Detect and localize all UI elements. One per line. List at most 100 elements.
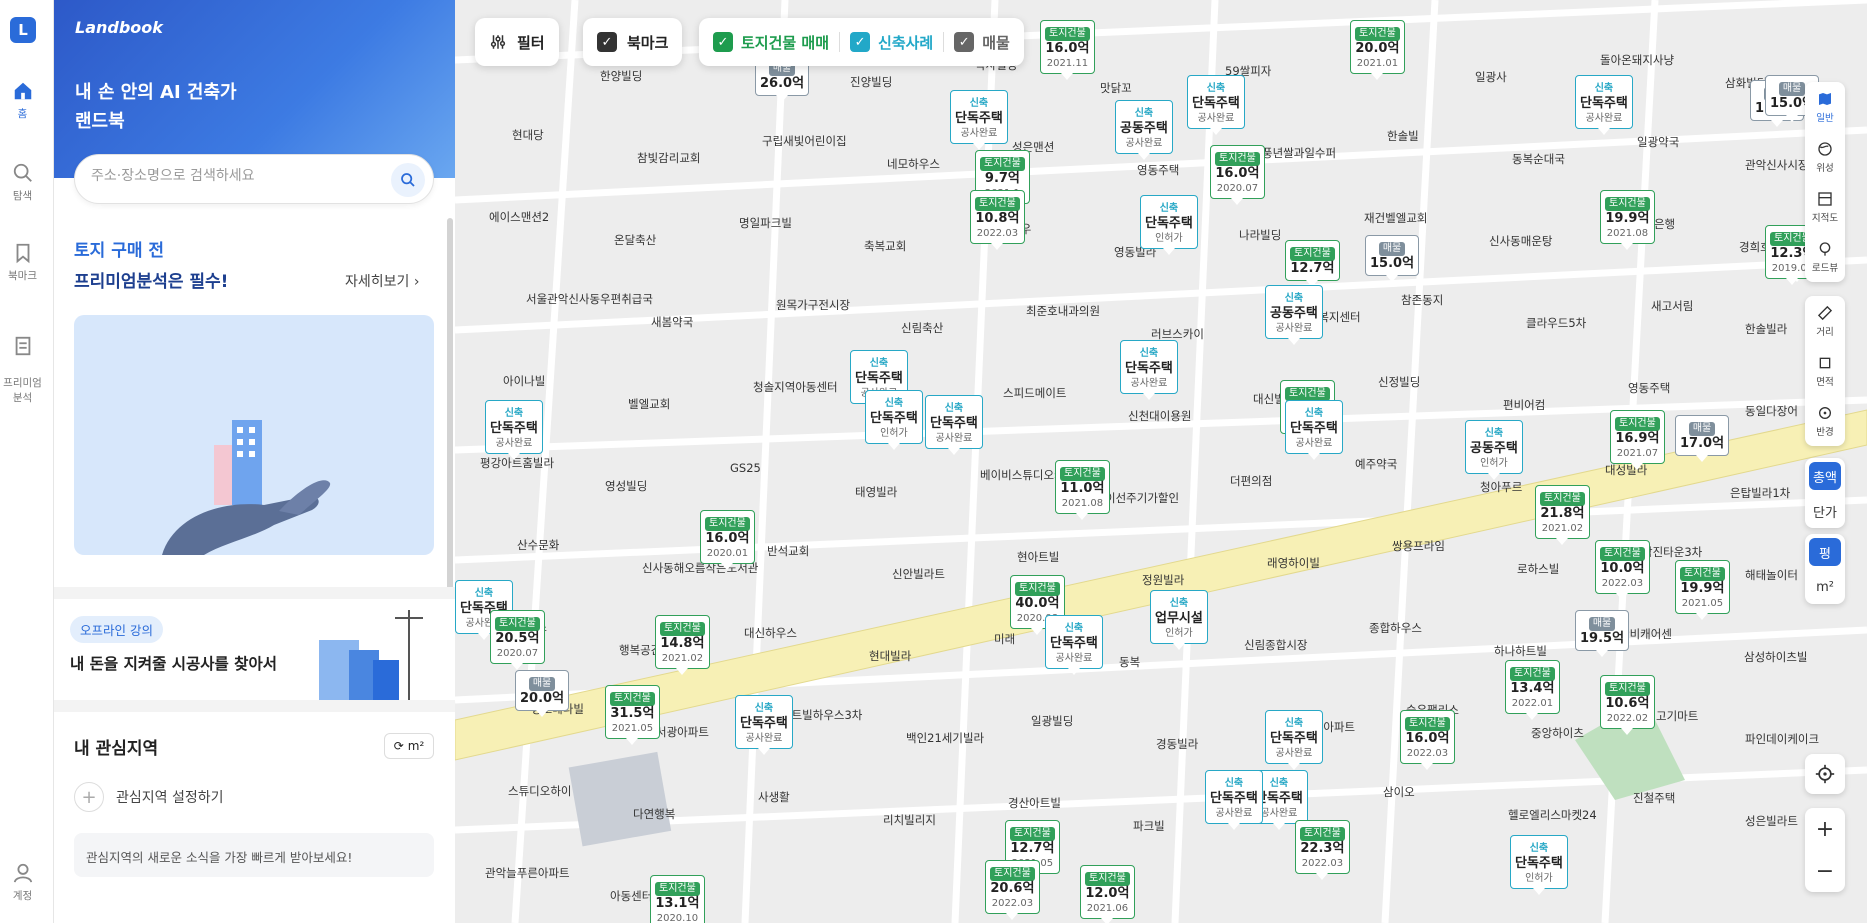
map-marker[interactable]: 매물15.0억 — [1365, 235, 1420, 282]
map-marker[interactable]: 토지건물 16.0억 2020.07 — [1210, 145, 1265, 205]
price-unit-toggle[interactable]: 단가 — [1805, 494, 1845, 528]
map-view[interactable]: 필터 ✓ 북마크 ✓ 토지건물 매매 ✓ 신축사례 ✓ 매물 일반 위성 지적도 로드… — [455, 0, 1867, 923]
place-label: 한양빌딩 — [600, 69, 643, 83]
marker-subtext: 2021.08 — [1606, 228, 1649, 239]
map-marker[interactable]: 매물 17.0억 — [1675, 415, 1730, 462]
map-marker[interactable]: 토지건물 22.3억 2022.03 — [1295, 820, 1350, 880]
lecture-banner[interactable]: 오프라인 강의 내 돈을 지켜줄 시공사를 찾아서 — [54, 600, 455, 700]
map-marker[interactable]: 토지건물 13.1억 2020.10 — [650, 875, 705, 923]
rail-premium[interactable]: 프리미엄 분석 — [0, 320, 45, 406]
marker-value: 31.5억 — [610, 706, 655, 721]
map-marker[interactable]: 토지건물 31.5억 2021.05 — [605, 685, 660, 745]
area-pyeong-toggle[interactable]: 평 — [1809, 538, 1841, 566]
search-box[interactable] — [74, 154, 434, 204]
map-marker[interactable]: 토지건물 16.0억 2022.03 — [1400, 710, 1455, 770]
place-label: 새고서림 — [1651, 299, 1694, 313]
map-marker[interactable]: 토지건물 10.0억 2022.03 — [1595, 540, 1650, 600]
map-marker[interactable]: 토지건물 20.0억 2021.01 — [1350, 20, 1405, 80]
promo-illustration[interactable] — [74, 315, 434, 555]
filter-button[interactable]: 필터 — [475, 18, 559, 66]
rail-home[interactable]: 홈 — [0, 80, 45, 121]
land-sale-toggle[interactable]: ✓ 토지건물 매매 — [713, 32, 829, 53]
map-marker[interactable]: 토지건물 10.8억 2022.03 — [970, 190, 1025, 250]
place-label: 영동주택 — [1628, 381, 1671, 395]
map-marker[interactable]: 신축단독주택공사완료 — [735, 695, 793, 755]
place-label: 관악신사시장 — [1745, 158, 1809, 172]
rail-account-label: 계정 — [12, 890, 33, 902]
bookmark-toggle[interactable]: ✓ 북마크 — [583, 18, 683, 66]
rail-explore[interactable]: 탐색 — [0, 162, 45, 203]
map-marker[interactable]: 토지건물 19.9억 2021.05 — [1675, 560, 1730, 620]
map-marker[interactable]: 토지건물 12.7억 — [1285, 240, 1340, 287]
brand-logo[interactable]: Landbook — [75, 18, 163, 37]
map-marker[interactable]: 토지건물 14.8억 2021.02 — [655, 615, 710, 675]
new-build-toggle[interactable]: ✓ 신축사례 — [850, 32, 933, 53]
marker-value: 단독주택 — [930, 416, 978, 431]
map-marker[interactable]: 매물 19.5억 — [1575, 610, 1630, 657]
marker-value: 20.6억 — [990, 881, 1035, 896]
zoom-in-button[interactable]: + — [1805, 808, 1845, 850]
map-marker[interactable]: 토지건물 16.0억 2020.01 — [700, 510, 755, 570]
map-marker[interactable]: 신축단독주택공사완료 — [1045, 615, 1103, 675]
place-label: 삼진타운3차 — [1642, 545, 1703, 559]
map-marker[interactable]: 신축단독주택공사완료 — [1575, 75, 1633, 135]
marker-tag: 토지건물 — [1285, 387, 1330, 401]
place-label: 대신하우스 — [744, 626, 797, 640]
map-marker[interactable]: 신축 단독주택 인허가 — [1140, 195, 1198, 255]
city-illustration — [319, 610, 423, 700]
map-marker[interactable]: 토지건물 20.6억 2022.03 — [985, 860, 1040, 920]
map-normal-button[interactable]: 일반 — [1805, 82, 1845, 132]
map-satellite-button[interactable]: 위성 — [1805, 132, 1845, 182]
rail-account[interactable]: 계정 — [0, 862, 45, 903]
marker-subtext: 2022.03 — [1601, 578, 1644, 589]
zoom-out-button[interactable]: − — [1805, 850, 1845, 892]
map-marker[interactable]: 신축 공동주택 공사완료 — [1265, 285, 1323, 345]
map-marker[interactable]: 신축단독주택공사완료 — [950, 90, 1008, 150]
price-total-toggle[interactable]: 총액 — [1809, 462, 1841, 490]
search-button[interactable] — [391, 163, 425, 197]
map-marker[interactable]: 신축단독주택공사완료 — [485, 400, 543, 460]
add-interest-row[interactable]: + 관심지역 설정하기 — [74, 782, 224, 812]
map-marker[interactable]: 매물 20.0억 — [515, 670, 570, 717]
measure-radius-button[interactable]: 반경 — [1805, 396, 1845, 446]
search-input[interactable] — [91, 168, 371, 184]
map-roadview-button[interactable]: 로드뷰 — [1805, 232, 1845, 282]
marker-tag: 신축 — [869, 358, 889, 369]
map-marker[interactable]: 신축단독주택공사완료 — [1285, 400, 1343, 460]
map-marker[interactable]: 토지건물 11.0억 2021.08 — [1055, 460, 1110, 520]
rail-bookmark[interactable]: 북마크 — [0, 242, 45, 283]
area-m2-toggle[interactable]: m² — [1805, 570, 1845, 604]
map-marker[interactable]: 신축단독주택공사완료 — [1120, 340, 1178, 400]
map-marker[interactable]: 토지건물 21.8억 2021.02 — [1535, 485, 1590, 545]
map-marker[interactable]: 토지건물 16.9억 2021.07 — [1610, 410, 1665, 470]
unit-toggle-button[interactable]: ⟳ m² — [384, 733, 434, 759]
listing-toggle[interactable]: ✓ 매물 — [954, 32, 1010, 53]
map-marker[interactable]: 신축단독주택공사완료 — [1265, 710, 1323, 770]
map-marker[interactable]: 신축 공동주택 인허가 — [1465, 420, 1523, 480]
current-location-button[interactable] — [1805, 754, 1845, 794]
map-cadastral-button[interactable]: 지적도 — [1805, 182, 1845, 232]
map-marker[interactable]: 신축단독주택공사완료 — [1205, 770, 1263, 830]
map-marker[interactable]: 신축 공동주택 공사완료 — [1115, 100, 1173, 160]
map-marker[interactable]: 토지건물 19.9억 2021.08 — [1600, 190, 1655, 250]
marker-tag: 토지건물 — [1680, 567, 1725, 581]
map-marker[interactable]: 토지건물 12.0억 2021.06 — [1080, 865, 1135, 923]
map-marker[interactable]: 토지건물 10.6억 2022.02 — [1600, 675, 1655, 735]
map-marker[interactable]: 신축단독주택공사완료 — [1187, 75, 1245, 135]
measure-area-button[interactable]: 면적 — [1805, 346, 1845, 396]
map-marker[interactable]: 토지건물 13.4억 2022.01 — [1505, 660, 1560, 720]
marker-subtext: 2022.03 — [1406, 748, 1449, 759]
place-label: 맛닭꼬 — [1100, 81, 1132, 95]
map-marker[interactable]: 신축 단독주택 인허가 — [865, 390, 923, 450]
map-marker[interactable]: 신축 단독주택 인허가 — [1510, 835, 1568, 895]
promo-more-link[interactable]: 자세히보기 › — [345, 271, 419, 291]
map-marker[interactable]: 신축단독주택공사완료 — [925, 395, 983, 455]
landbook-logo[interactable]: L — [10, 17, 36, 43]
marker-tag: 신축 — [1284, 293, 1304, 304]
marker-subtext: 인허가 — [880, 428, 908, 439]
map-marker[interactable]: 신축 업무시설 인허가 — [1150, 590, 1208, 650]
measure-distance-button[interactable]: 거리 — [1805, 296, 1845, 346]
map-marker[interactable]: 토지건물 20.5억 2020.07 — [490, 610, 545, 670]
panel-scrollbar[interactable] — [447, 218, 453, 592]
map-marker[interactable]: 토지건물 16.0억 2021.11 — [1040, 20, 1095, 80]
